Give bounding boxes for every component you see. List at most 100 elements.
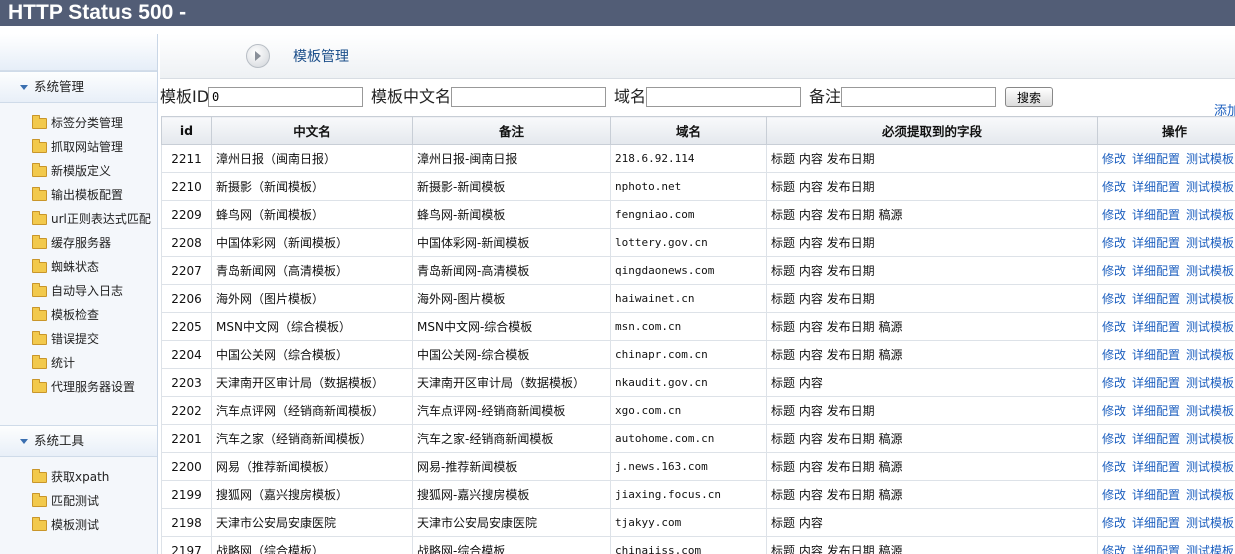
sidebar-item-label: 统计: [51, 356, 76, 370]
col-header-fields: 必须提取到的字段: [766, 116, 1098, 145]
sidebar-item[interactable]: 统计: [0, 351, 157, 375]
config-link[interactable]: 详细配置: [1132, 516, 1180, 530]
config-link[interactable]: 详细配置: [1132, 208, 1180, 222]
sidebar-item[interactable]: 错误提交: [0, 327, 157, 351]
test-link[interactable]: 测试模板: [1186, 376, 1234, 390]
sidebar-item[interactable]: 抓取网站管理: [0, 135, 157, 159]
config-link[interactable]: 详细配置: [1132, 376, 1180, 390]
table-row: 2198 天津市公安局安康医院 天津市公安局安康医院 tjakyy.com 标题 内容修…: [161, 508, 1235, 537]
edit-link[interactable]: 修改: [1102, 432, 1126, 446]
template-id-input[interactable]: [208, 87, 363, 107]
domain-input[interactable]: [646, 87, 801, 107]
sidebar-item[interactable]: 自动导入日志: [0, 279, 157, 303]
config-link[interactable]: 详细配置: [1132, 264, 1180, 278]
search-button[interactable]: 搜索: [1005, 87, 1053, 107]
cell-id: 2202: [161, 396, 212, 425]
sidebar-section-header[interactable]: 系统工具: [0, 425, 157, 457]
config-link[interactable]: 详细配置: [1132, 544, 1180, 554]
sidebar-item[interactable]: 缓存服务器: [0, 231, 157, 255]
play-circle-icon: [246, 44, 270, 68]
sidebar-item[interactable]: 模板测试: [0, 513, 157, 537]
cell-id: 2208: [161, 228, 212, 257]
test-link[interactable]: 测试模板: [1186, 348, 1234, 362]
config-link[interactable]: 详细配置: [1132, 152, 1180, 166]
test-link[interactable]: 测试模板: [1186, 320, 1234, 334]
edit-link[interactable]: 修改: [1102, 292, 1126, 306]
test-link[interactable]: 测试模板: [1186, 264, 1234, 278]
cell-domain: xgo.com.cn: [610, 396, 767, 425]
edit-link[interactable]: 修改: [1102, 404, 1126, 418]
template-table: id 中文名 备注 域名 必须提取到的字段 操作 2211 漳州日报（闽南日报）漳…: [161, 116, 1235, 554]
edit-link[interactable]: 修改: [1102, 264, 1126, 278]
cell-name: 新摄影（新闻模板）: [211, 172, 413, 201]
edit-link[interactable]: 修改: [1102, 152, 1126, 166]
edit-link[interactable]: 修改: [1102, 516, 1126, 530]
template-table-container: id 中文名 备注 域名 必须提取到的字段 操作 2211 漳州日报（闽南日报）漳…: [161, 116, 1235, 554]
sidebar-list: 获取xpath 匹配测试 模板测试: [0, 457, 157, 537]
cell-domain: autohome.com.cn: [610, 424, 767, 453]
config-link[interactable]: 详细配置: [1132, 236, 1180, 250]
config-link[interactable]: 详细配置: [1132, 432, 1180, 446]
config-link[interactable]: 详细配置: [1132, 320, 1180, 334]
cell-fields: 标题 内容 发布日期 稿源: [766, 452, 1098, 481]
col-header-actions: 操作: [1097, 116, 1235, 145]
test-link[interactable]: 测试模板: [1186, 488, 1234, 502]
edit-link[interactable]: 修改: [1102, 544, 1126, 554]
cell-note: 天津市公安局安康医院: [412, 508, 611, 537]
edit-link[interactable]: 修改: [1102, 236, 1126, 250]
sidebar-item[interactable]: 模板检查: [0, 303, 157, 327]
test-link[interactable]: 测试模板: [1186, 404, 1234, 418]
test-link[interactable]: 测试模板: [1186, 236, 1234, 250]
sidebar-item-label: 代理服务器设置: [51, 380, 136, 394]
sidebar-item[interactable]: 匹配测试: [0, 489, 157, 513]
edit-link[interactable]: 修改: [1102, 320, 1126, 334]
sidebar-item[interactable]: 代理服务器设置: [0, 375, 157, 399]
edit-link[interactable]: 修改: [1102, 376, 1126, 390]
test-link[interactable]: 测试模板: [1186, 460, 1234, 474]
cell-domain: lottery.gov.cn: [610, 228, 767, 257]
config-link[interactable]: 详细配置: [1132, 292, 1180, 306]
cell-actions: 修改 详细配置 测试模板: [1097, 368, 1235, 397]
test-link[interactable]: 测试模板: [1186, 180, 1234, 194]
config-link[interactable]: 详细配置: [1132, 404, 1180, 418]
sidebar-item[interactable]: url正则表达式匹配: [0, 207, 157, 231]
domain-label: 域名: [614, 87, 647, 106]
sidebar-item-label: 标签分类管理: [51, 116, 124, 130]
cell-fields: 标题 内容 发布日期 稿源: [766, 340, 1098, 369]
config-link[interactable]: 详细配置: [1132, 180, 1180, 194]
sidebar-item[interactable]: 输出模板配置: [0, 183, 157, 207]
sidebar-item[interactable]: 新模版定义: [0, 159, 157, 183]
config-link[interactable]: 详细配置: [1132, 348, 1180, 362]
test-link[interactable]: 测试模板: [1186, 544, 1234, 554]
table-row: 2201 汽车之家（经销商新闻模板） 汽车之家-经销商新闻模板 autohome.co…: [161, 424, 1235, 453]
config-link[interactable]: 详细配置: [1132, 460, 1180, 474]
edit-link[interactable]: 修改: [1102, 348, 1126, 362]
cell-domain: haiwainet.cn: [610, 284, 767, 313]
test-link[interactable]: 测试模板: [1186, 292, 1234, 306]
sidebar-item-label: 新模版定义: [51, 164, 112, 178]
template-name-input[interactable]: [451, 87, 606, 107]
sidebar-item-label: 缓存服务器: [51, 236, 112, 250]
config-link[interactable]: 详细配置: [1132, 488, 1180, 502]
cell-actions: 修改 详细配置 测试模板: [1097, 452, 1235, 481]
table-row: 2210 新摄影（新闻模板） 新摄影-新闻模板 nphoto.net 标题 内容 发布日…: [161, 172, 1235, 201]
sidebar-item[interactable]: 获取xpath: [0, 465, 157, 489]
sidebar-header: [0, 34, 157, 71]
cell-fields: 标题 内容: [766, 368, 1098, 397]
table-row: 2202 汽车点评网（经销商新闻模板） 汽车点评网-经销商新闻模板 xgo.com.c…: [161, 396, 1235, 425]
edit-link[interactable]: 修改: [1102, 180, 1126, 194]
sidebar-section-header[interactable]: 系统管理: [0, 71, 157, 103]
sidebar-item[interactable]: 标签分类管理: [0, 111, 157, 135]
test-link[interactable]: 测试模板: [1186, 208, 1234, 222]
note-input[interactable]: [841, 87, 996, 107]
cell-note: 漳州日报-闽南日报: [412, 144, 611, 173]
test-link[interactable]: 测试模板: [1186, 432, 1234, 446]
test-link[interactable]: 测试模板: [1186, 516, 1234, 530]
edit-link[interactable]: 修改: [1102, 488, 1126, 502]
sidebar-item[interactable]: 蜘蛛状态: [0, 255, 157, 279]
cell-actions: 修改 详细配置 测试模板: [1097, 228, 1235, 257]
test-link[interactable]: 测试模板: [1186, 152, 1234, 166]
cell-id: 2205: [161, 312, 212, 341]
edit-link[interactable]: 修改: [1102, 208, 1126, 222]
edit-link[interactable]: 修改: [1102, 460, 1126, 474]
